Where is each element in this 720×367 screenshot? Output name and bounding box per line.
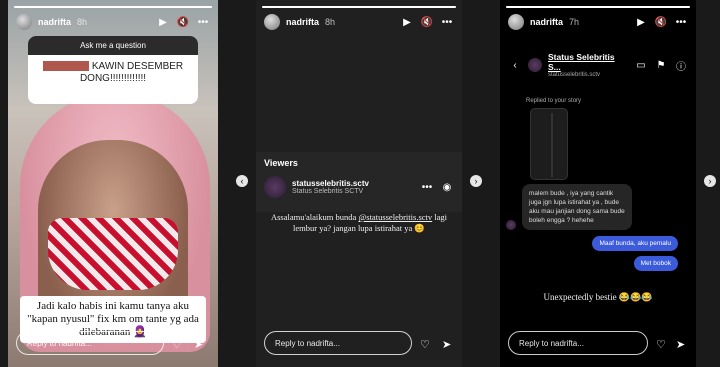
story-panel-1: nadrifta 8h ▶ 🔇 ••• Ask me a question KA…: [8, 0, 218, 367]
story-panel-2: nadrifta 8h ▶ 🔇 ••• Viewers statusselebr…: [256, 0, 462, 367]
mute-icon[interactable]: 🔇: [654, 15, 668, 29]
chat-handle: statusselebritis.sctv: [548, 72, 601, 78]
heart-icon[interactable]: ♡: [172, 338, 182, 351]
question-title: Ask me a question: [28, 36, 198, 55]
flag-icon[interactable]: ⚑: [654, 58, 668, 72]
avatar[interactable]: [16, 14, 32, 30]
more-icon[interactable]: •••: [674, 15, 688, 29]
story-header: nadrifta 8h ▶ 🔇 •••: [16, 12, 210, 32]
send-icon[interactable]: ➤: [442, 338, 451, 351]
reply-input[interactable]: Reply to nadrifta...: [16, 331, 164, 355]
story-thumbnail[interactable]: [530, 108, 568, 180]
question-sticker: Ask me a question KAWIN DESEMBER DONG!!!…: [28, 36, 198, 104]
story-panel-3: nadrifta 7h ▶ 🔇 ••• ‹ Status Selebritis …: [500, 0, 696, 367]
viewer-comment: Assalamu'alaikum bunda @statusselebritis…: [256, 212, 462, 234]
username[interactable]: nadrifta: [38, 17, 71, 27]
reply-input[interactable]: Reply to nadrifta...: [264, 331, 412, 355]
heart-icon[interactable]: ♡: [420, 338, 430, 351]
story-progress-bar: [262, 6, 456, 8]
more-icon[interactable]: •••: [420, 180, 434, 194]
chat-name[interactable]: Status Selebritis S...: [548, 52, 628, 72]
viewer-subtitle: Status Selebritis SCTV: [292, 188, 364, 195]
viewer-row[interactable]: statusselebritis.sctv Status Selebritis …: [264, 176, 454, 198]
avatar[interactable]: [264, 14, 280, 30]
viewers-title: Viewers: [264, 158, 298, 168]
chat-header: ‹ Status Selebritis S... statusselebriti…: [500, 52, 696, 78]
mute-icon[interactable]: 🔇: [176, 15, 190, 29]
send-icon[interactable]: ➤: [194, 338, 203, 351]
replied-label: Replied to your story: [526, 98, 582, 104]
info-icon[interactable]: ⓘ: [674, 58, 688, 73]
story-progress-bar: [506, 6, 690, 8]
story-photo-mask: [48, 218, 178, 290]
username[interactable]: nadrifta: [530, 17, 563, 27]
outgoing-message: Met bobok: [633, 256, 678, 271]
play-icon[interactable]: ▶: [156, 15, 170, 29]
viewers-card: Viewers statusselebritis.sctv Status Sel…: [256, 152, 462, 212]
more-icon[interactable]: •••: [440, 15, 454, 29]
next-story-button[interactable]: ›: [470, 175, 482, 187]
story-viewer: nadrifta 8h ▶ 🔇 ••• Ask me a question KA…: [0, 0, 720, 367]
redacted-name: [42, 61, 89, 72]
story-progress-bar: [14, 6, 212, 8]
video-call-icon[interactable]: ▭: [634, 58, 648, 72]
story-caption: Unexpectedly bestie 😂😂😂: [543, 292, 653, 302]
question-text: KAWIN DESEMBER DONG!!!!!!!!!!!!!: [28, 55, 198, 91]
post-time: 8h: [325, 17, 336, 27]
play-icon[interactable]: ▶: [400, 15, 414, 29]
next-story-button[interactable]: ›: [704, 175, 716, 187]
viewer-name[interactable]: statusselebritis.sctv: [292, 179, 414, 188]
more-icon[interactable]: •••: [196, 15, 210, 29]
incoming-message: malem bude , iya yang cantik juga jgn lu…: [522, 184, 632, 230]
outgoing-message: Maaf bunda, aku pemalu: [592, 236, 678, 251]
reply-input[interactable]: Reply to nadrifta...: [508, 331, 648, 355]
question-body: KAWIN DESEMBER DONG!!!!!!!!!!!!!: [79, 61, 184, 84]
viewer-avatar[interactable]: [264, 176, 286, 198]
mute-icon[interactable]: 🔇: [420, 15, 434, 29]
comment-text: Assalamu'alaikum bunda: [270, 212, 359, 222]
post-time: 8h: [77, 17, 88, 27]
username[interactable]: nadrifta: [286, 17, 319, 27]
sender-avatar: [506, 220, 516, 230]
chat-avatar[interactable]: [528, 58, 542, 72]
send-icon[interactable]: ➤: [676, 338, 685, 351]
mention-link[interactable]: @statusselebritis.sctv: [358, 212, 432, 222]
avatar[interactable]: [508, 14, 524, 30]
story-header: nadrifta 7h ▶ 🔇 •••: [508, 12, 688, 32]
message-icon[interactable]: ◉: [440, 180, 454, 194]
previous-story-button[interactable]: ‹: [236, 175, 248, 187]
story-header: nadrifta 8h ▶ 🔇 •••: [264, 12, 454, 32]
post-time: 7h: [569, 17, 580, 27]
play-icon[interactable]: ▶: [634, 15, 648, 29]
back-icon[interactable]: ‹: [508, 58, 522, 72]
heart-icon[interactable]: ♡: [656, 338, 666, 351]
